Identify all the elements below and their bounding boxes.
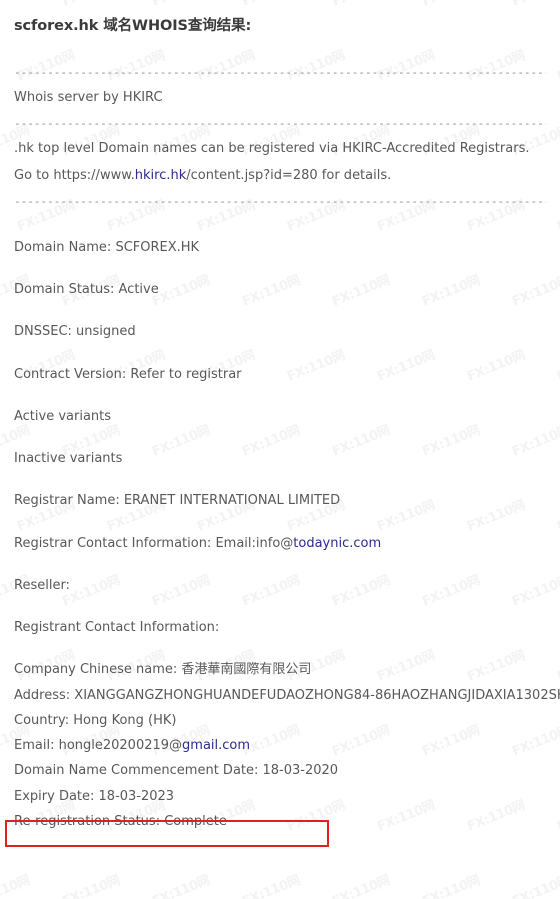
field-commencement-date: Domain Name Commencement Date: 18-03-202… <box>14 763 339 779</box>
field-re-registration-status: Re-registration Status: Complete <box>14 813 227 829</box>
gmail-link[interactable]: gmail.com <box>182 738 250 753</box>
field-contract-version: Contract Version: Refer to registrar <box>14 366 242 382</box>
hkirc-link[interactable]: hkirc.hk <box>135 168 187 183</box>
notice-suffix-text: /content.jsp?id=280 for details. <box>186 167 392 183</box>
separator-middle: ----------------------------------------… <box>14 111 546 136</box>
field-country: Country: Hong Kong (HK) <box>14 712 177 728</box>
separator-line: ----------------------------------------… <box>14 67 546 78</box>
separator-top: ----------------------------------------… <box>14 60 546 85</box>
field-domain-name: Domain Name: SCFOREX.HK <box>14 239 200 255</box>
field-registrant-contact-heading: Registrant Contact Information: <box>14 620 220 635</box>
field-inactive-variants: Inactive variants <box>14 451 123 466</box>
whois-server-line: Whois server by HKIRC <box>14 90 163 105</box>
field-domain-status: Domain Status: Active <box>14 282 159 297</box>
field-dnssec: DNSSEC: unsigned <box>14 324 136 340</box>
field-address: Address: XIANGGANGZHONGHUANDEFUDAOZHONG8… <box>14 687 560 703</box>
watermark-text: FX:110网 <box>60 873 123 899</box>
field-expiry-date: Expiry Date: 18-03-2023 <box>14 788 175 804</box>
field-active-variants: Active variants <box>14 408 112 424</box>
watermark-text: FX:110网 <box>150 873 213 899</box>
field-registrar-name: Registrar Name: ERANET INTERNATIONAL LIM… <box>14 493 341 509</box>
watermark-text: FX:110网 <box>0 873 33 899</box>
watermark-text: FX:110网 <box>510 873 560 899</box>
todaynic-link[interactable]: todaynic.com <box>293 536 381 551</box>
separator-line: ----------------------------------------… <box>14 118 546 130</box>
watermark-text: FX:110网 <box>240 873 303 899</box>
watermark-text: FX:110网 <box>420 873 483 899</box>
registrar-notice-line-1: .hk top level Domain names can be regist… <box>14 141 530 157</box>
field-email: Email: hongle20200219@gmail.com <box>14 738 546 754</box>
whois-result-page: scforex.hk 域名WHOIS查询结果: ----------------… <box>0 0 560 830</box>
field-reseller: Reseller: <box>14 577 70 593</box>
watermark-text: FX:110网 <box>330 873 393 899</box>
registrar-notice-line-2: Go to https://www.hkirc.hk/content.jsp?i… <box>14 168 546 184</box>
page-title: scforex.hk 域名WHOIS查询结果: <box>14 18 252 34</box>
field-registrar-contact: Registrar Contact Information: Email:inf… <box>14 536 546 552</box>
separator-bottom: ----------------------------------------… <box>14 189 546 214</box>
separator-line: ----------------------------------------… <box>14 195 546 207</box>
notice-prefix-text: Go to https://www. <box>14 167 135 183</box>
field-company-chinese-name: Company Chinese name: 香港華南國際有限公司 <box>14 662 312 678</box>
email-prefix: Email: hongle20200219@ <box>14 738 183 753</box>
registrar-contact-prefix: Registrar Contact Information: Email:inf… <box>14 535 294 551</box>
